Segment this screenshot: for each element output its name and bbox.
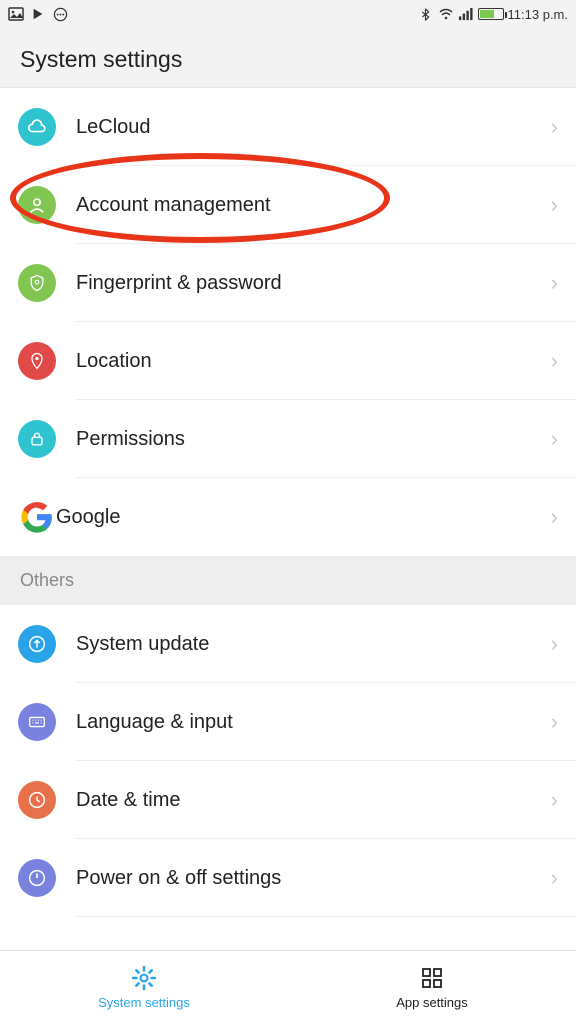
item-system-update[interactable]: System update › bbox=[0, 605, 576, 683]
bottom-nav: System settings App settings bbox=[0, 950, 576, 1024]
status-left bbox=[8, 6, 68, 22]
gear-icon bbox=[131, 965, 157, 991]
keyboard-icon bbox=[18, 703, 56, 741]
chevron-right-icon: › bbox=[551, 348, 558, 374]
item-label: LeCloud bbox=[76, 116, 551, 139]
person-icon bbox=[18, 186, 56, 224]
chevron-right-icon: › bbox=[551, 631, 558, 657]
chevron-right-icon: › bbox=[551, 426, 558, 452]
item-google[interactable]: Google › bbox=[0, 478, 576, 556]
battery-icon bbox=[478, 8, 504, 20]
chevron-right-icon: › bbox=[551, 865, 558, 891]
item-label: Account management bbox=[76, 194, 551, 217]
lock-icon bbox=[18, 420, 56, 458]
item-label: Power on & off settings bbox=[76, 867, 551, 890]
grid-icon bbox=[419, 965, 445, 991]
page-header: System settings bbox=[0, 28, 576, 88]
chevron-right-icon: › bbox=[551, 114, 558, 140]
status-bar: 11:13 p.m. bbox=[0, 0, 576, 28]
clock-icon bbox=[18, 781, 56, 819]
tab-label: App settings bbox=[396, 995, 468, 1010]
item-label: System update bbox=[76, 633, 551, 656]
cloud-icon bbox=[18, 108, 56, 146]
item-label: Location bbox=[76, 350, 551, 373]
section-header-others: Others bbox=[0, 556, 576, 605]
more-notif-icon bbox=[52, 6, 68, 22]
chevron-right-icon: › bbox=[551, 270, 558, 296]
page-title: System settings bbox=[20, 46, 556, 73]
tab-app-settings[interactable]: App settings bbox=[288, 951, 576, 1024]
item-location[interactable]: Location › bbox=[0, 322, 576, 400]
item-power-settings[interactable]: Power on & off settings › bbox=[0, 839, 576, 917]
wifi-icon bbox=[438, 6, 454, 22]
item-label: Date & time bbox=[76, 789, 551, 812]
item-date-time[interactable]: Date & time › bbox=[0, 761, 576, 839]
tab-system-settings[interactable]: System settings bbox=[0, 951, 288, 1024]
item-permissions[interactable]: Permissions › bbox=[0, 400, 576, 478]
item-language-input[interactable]: Language & input › bbox=[0, 683, 576, 761]
item-account-management[interactable]: Account management › bbox=[0, 166, 576, 244]
item-lecloud[interactable]: LeCloud › bbox=[0, 88, 576, 166]
signal-icon bbox=[458, 6, 474, 22]
chevron-right-icon: › bbox=[551, 192, 558, 218]
shield-icon bbox=[18, 264, 56, 302]
settings-list: LeCloud › Account management › Fingerpri… bbox=[0, 88, 576, 955]
chevron-right-icon: › bbox=[551, 787, 558, 813]
item-label: Fingerprint & password bbox=[76, 272, 551, 295]
item-label: Google bbox=[56, 506, 551, 529]
chevron-right-icon: › bbox=[551, 709, 558, 735]
image-notif-icon bbox=[8, 6, 24, 22]
google-g-icon bbox=[18, 498, 56, 536]
item-label: Language & input bbox=[76, 711, 551, 734]
item-fingerprint-password[interactable]: Fingerprint & password › bbox=[0, 244, 576, 322]
play-notif-icon bbox=[30, 6, 46, 22]
status-right: 11:13 p.m. bbox=[418, 6, 568, 22]
update-icon bbox=[18, 625, 56, 663]
tab-label: System settings bbox=[98, 995, 190, 1010]
status-time: 11:13 p.m. bbox=[508, 7, 568, 22]
bluetooth-icon bbox=[418, 6, 434, 22]
chevron-right-icon: › bbox=[551, 504, 558, 530]
item-label: Permissions bbox=[76, 428, 551, 451]
power-icon bbox=[18, 859, 56, 897]
location-pin-icon bbox=[18, 342, 56, 380]
